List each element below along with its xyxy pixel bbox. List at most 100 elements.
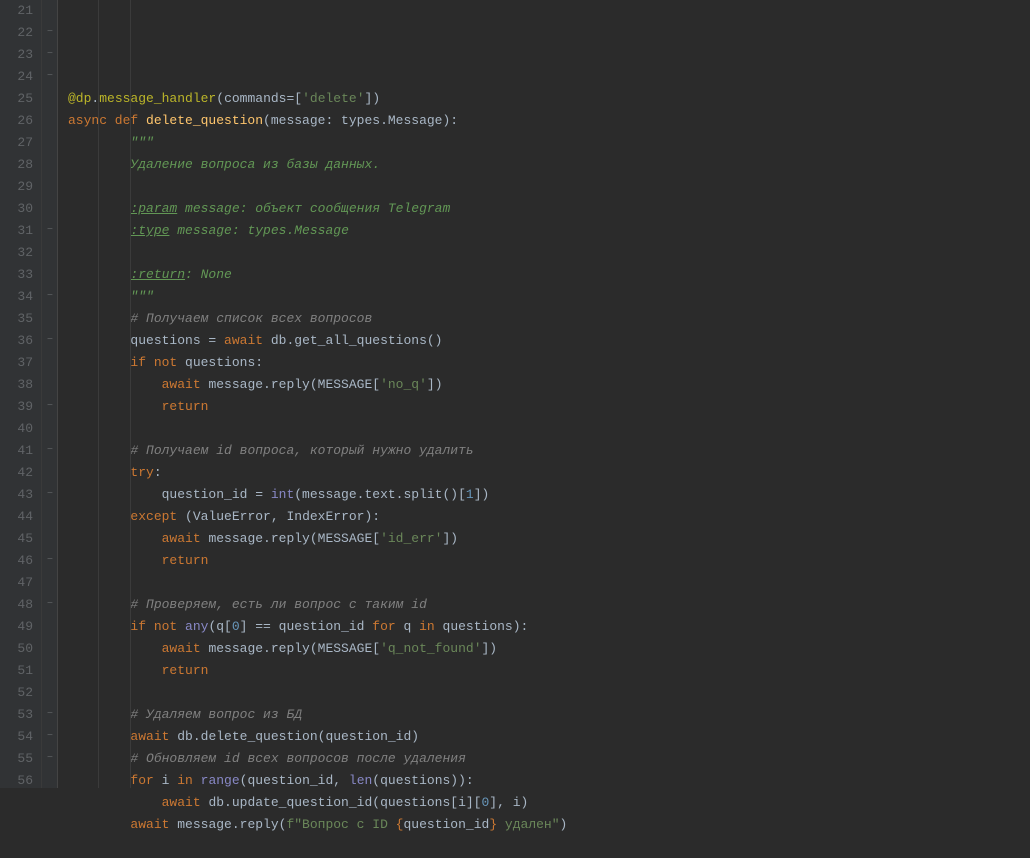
- code-line[interactable]: [68, 836, 1030, 858]
- line-number: 33: [10, 264, 33, 286]
- code-line[interactable]: questions = await db.get_all_questions(): [68, 330, 1030, 352]
- line-number: 40: [10, 418, 33, 440]
- code-line[interactable]: return: [68, 550, 1030, 572]
- code-token: 'delete': [302, 91, 364, 106]
- code-token: return: [162, 399, 209, 414]
- code-token: await: [162, 641, 209, 656]
- code-area[interactable]: @dp.message_handler(commands=['delete'])…: [58, 0, 1030, 788]
- fold-toggle-icon[interactable]: −: [45, 754, 55, 764]
- code-line[interactable]: try:: [68, 462, 1030, 484]
- code-token: i: [162, 773, 178, 788]
- line-number: 23: [10, 44, 33, 66]
- line-number: 30: [10, 198, 33, 220]
- code-line[interactable]: :param message: объект сообщения Telegra…: [68, 198, 1030, 220]
- code-line[interactable]: [68, 418, 1030, 440]
- fold-toggle-icon[interactable]: −: [45, 50, 55, 60]
- fold-column[interactable]: − − − − − − − − − − − − − −: [42, 0, 58, 788]
- code-line[interactable]: question_id = int(message.text.split()[1…: [68, 484, 1030, 506]
- fold-toggle-icon[interactable]: −: [45, 226, 55, 236]
- fold-toggle-icon[interactable]: −: [45, 446, 55, 456]
- code-token: # Удаляем вопрос из БД: [130, 707, 302, 722]
- code-token: any: [185, 619, 208, 634]
- code-line[interactable]: await message.reply(f"Вопрос с ID {quest…: [68, 814, 1030, 836]
- code-token: ]): [474, 487, 490, 502]
- code-token: for: [130, 773, 161, 788]
- line-number: 46: [10, 550, 33, 572]
- code-line[interactable]: [68, 66, 1030, 88]
- code-token: delete_question: [146, 113, 263, 128]
- code-token: {: [396, 817, 404, 832]
- code-line[interactable]: """: [68, 286, 1030, 308]
- fold-toggle-icon[interactable]: −: [45, 72, 55, 82]
- code-token: await: [130, 729, 177, 744]
- code-line[interactable]: if not questions:: [68, 352, 1030, 374]
- fold-toggle-icon[interactable]: −: [45, 292, 55, 302]
- line-number: 53: [10, 704, 33, 726]
- code-line[interactable]: except (ValueError, IndexError):: [68, 506, 1030, 528]
- code-token: :return: [130, 267, 185, 282]
- code-line[interactable]: await db.update_question_id(questions[i]…: [68, 792, 1030, 814]
- code-token: except: [130, 509, 185, 524]
- code-line[interactable]: [68, 176, 1030, 198]
- code-token: 'id_err': [380, 531, 442, 546]
- code-line[interactable]: # Проверяем, есть ли вопрос с таким id: [68, 594, 1030, 616]
- code-line[interactable]: async def delete_question(message: types…: [68, 110, 1030, 132]
- code-token: ]): [427, 377, 443, 392]
- line-number: 52: [10, 682, 33, 704]
- fold-toggle-icon[interactable]: −: [45, 732, 55, 742]
- code-token: return: [162, 663, 209, 678]
- code-token: ): [560, 817, 568, 832]
- line-number: 27: [10, 132, 33, 154]
- code-line[interactable]: [68, 682, 1030, 704]
- code-token: # Получаем список всех вопросов: [130, 311, 372, 326]
- fold-toggle-icon[interactable]: −: [45, 710, 55, 720]
- code-line[interactable]: @dp.message_handler(commands=['delete']): [68, 88, 1030, 110]
- code-line[interactable]: if not any(q[0] == question_id for q in …: [68, 616, 1030, 638]
- code-token: }: [489, 817, 497, 832]
- code-line[interactable]: [68, 242, 1030, 264]
- fold-toggle-icon[interactable]: −: [45, 402, 55, 412]
- line-number: 49: [10, 616, 33, 638]
- code-line[interactable]: [68, 572, 1030, 594]
- fold-toggle-icon[interactable]: −: [45, 28, 55, 38]
- code-editor[interactable]: 2122232425262728293031323334353637383940…: [0, 0, 1030, 788]
- code-line[interactable]: return: [68, 396, 1030, 418]
- code-token: questions =: [130, 333, 224, 348]
- code-token: message.reply(: [177, 817, 286, 832]
- fold-toggle-icon[interactable]: −: [45, 490, 55, 500]
- code-line[interactable]: # Удаляем вопрос из БД: [68, 704, 1030, 726]
- code-line[interactable]: """: [68, 132, 1030, 154]
- code-line[interactable]: :type message: types.Message: [68, 220, 1030, 242]
- line-number: 43: [10, 484, 33, 506]
- fold-toggle-icon[interactable]: −: [45, 600, 55, 610]
- line-number: 31: [10, 220, 33, 242]
- code-token: :type: [130, 223, 169, 238]
- line-number: 39: [10, 396, 33, 418]
- code-token: message.reply(MESSAGE[: [208, 641, 380, 656]
- code-line[interactable]: await db.delete_question(question_id): [68, 726, 1030, 748]
- code-token: ]): [365, 91, 381, 106]
- line-number: 22: [10, 22, 33, 44]
- code-token: in: [177, 773, 200, 788]
- code-line[interactable]: await message.reply(MESSAGE['id_err']): [68, 528, 1030, 550]
- code-line[interactable]: :return: None: [68, 264, 1030, 286]
- code-token: if not: [130, 619, 185, 634]
- code-line[interactable]: Удаление вопроса из базы данных.: [68, 154, 1030, 176]
- code-line[interactable]: # Обновляем id всех вопросов после удале…: [68, 748, 1030, 770]
- code-line[interactable]: for i in range(question_id, len(question…: [68, 770, 1030, 792]
- code-token: for: [372, 619, 403, 634]
- code-token: IndexError: [286, 509, 364, 524]
- code-line[interactable]: await message.reply(MESSAGE['q_not_found…: [68, 638, 1030, 660]
- code-token: ], i): [489, 795, 528, 810]
- code-token: Удаление вопроса из базы данных.: [130, 157, 380, 172]
- code-line[interactable]: # Получаем список всех вопросов: [68, 308, 1030, 330]
- fold-toggle-icon[interactable]: −: [45, 336, 55, 346]
- code-token: @dp: [68, 91, 91, 106]
- fold-toggle-icon[interactable]: −: [45, 556, 55, 566]
- code-token: db.delete_question(question_id): [177, 729, 419, 744]
- code-token: questions):: [443, 619, 529, 634]
- code-token: ValueError: [193, 509, 271, 524]
- code-line[interactable]: # Получаем id вопроса, который нужно уда…: [68, 440, 1030, 462]
- code-line[interactable]: await message.reply(MESSAGE['no_q']): [68, 374, 1030, 396]
- code-line[interactable]: return: [68, 660, 1030, 682]
